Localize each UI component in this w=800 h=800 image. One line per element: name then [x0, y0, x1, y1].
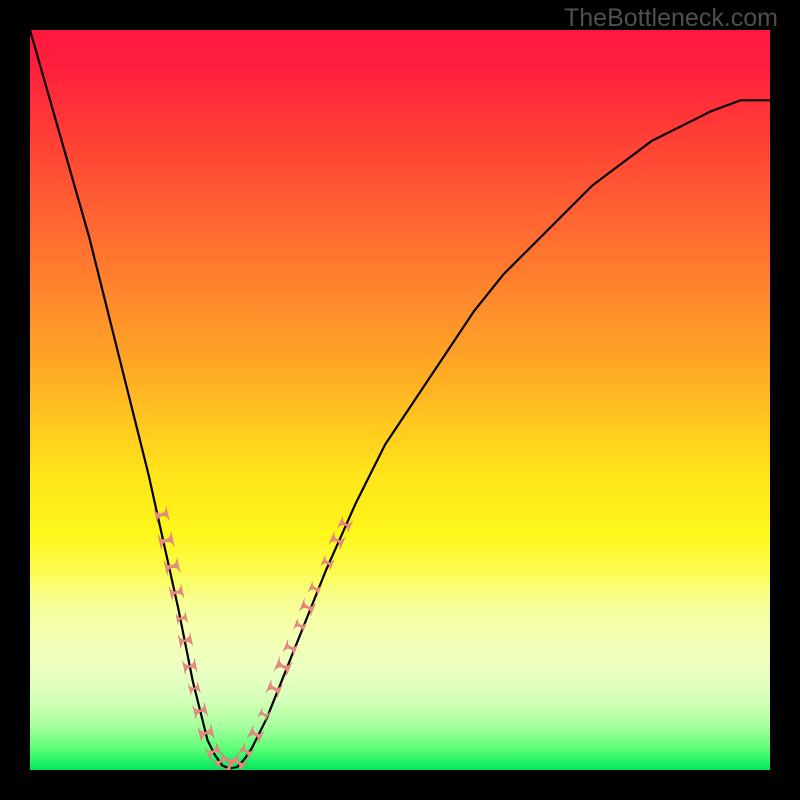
- chart-frame: TheBottleneck.com: [0, 0, 800, 800]
- chart-svg: [30, 30, 770, 770]
- watermark-label: TheBottleneck.com: [564, 4, 778, 33]
- chart-background: [30, 30, 770, 770]
- chart-plot-area: [30, 30, 770, 770]
